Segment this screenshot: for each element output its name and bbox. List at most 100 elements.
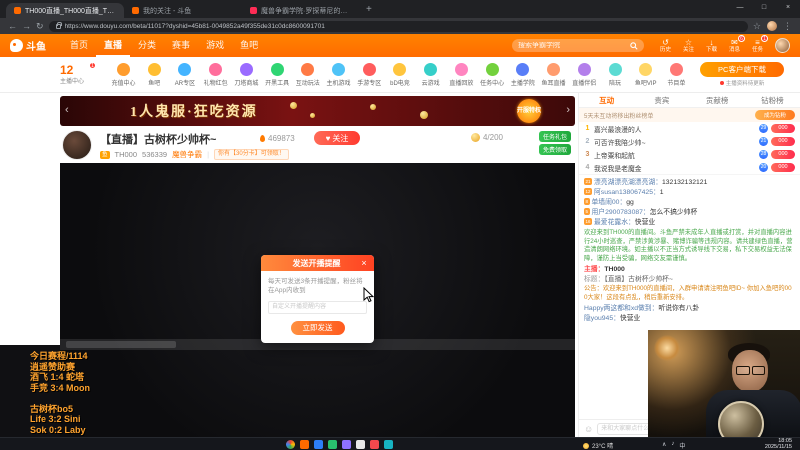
category-item[interactable]: 鱼耳直播 xyxy=(540,62,567,87)
category-item[interactable]: 鱼吧VIP xyxy=(632,62,659,87)
chat-message: 8单墙闹00gg xyxy=(584,198,795,207)
banner-prev-icon[interactable]: ‹ xyxy=(65,104,69,116)
nav-category[interactable]: 分类 xyxy=(130,34,164,57)
category-item[interactable]: 手游专区 xyxy=(356,62,383,87)
become-diamond-fan-button[interactable]: 成为钻粉 xyxy=(755,110,795,120)
category-item[interactable]: 互动玩法 xyxy=(294,62,321,87)
app-icon[interactable] xyxy=(384,440,393,449)
nav-live[interactable]: 直播 xyxy=(96,34,130,57)
nav-yuba[interactable]: 鱼吧 xyxy=(232,34,266,57)
browser-tab-2[interactable]: 我的关注 - 斗鱼 xyxy=(124,3,242,18)
follow-button[interactable]: ♥ 关注 xyxy=(314,131,360,145)
category-item[interactable]: 云游戏 xyxy=(417,62,444,87)
streamer-avatar[interactable] xyxy=(62,130,92,160)
tab-vip[interactable]: 贵宾 xyxy=(634,95,689,106)
browser-tab-1[interactable]: TH000直播_TH000直播_TH000直播 xyxy=(6,3,124,18)
category-item[interactable]: bD电竞 xyxy=(386,62,413,87)
banner-next-icon[interactable]: › xyxy=(566,104,570,116)
browser-profile-avatar[interactable] xyxy=(767,21,777,31)
task-claim-button[interactable]: 免费领取 xyxy=(538,144,571,155)
nav-esports[interactable]: 赛事 xyxy=(164,34,198,57)
coupon-tag[interactable]: 你有【30分卡】可领取！ xyxy=(214,149,289,160)
app-icon[interactable] xyxy=(342,440,351,449)
browser-menu-icon[interactable]: ⋮ xyxy=(783,21,792,31)
tab-diamond-fans[interactable]: 钻粉榜 xyxy=(745,95,800,106)
category-item[interactable]: AR专区 xyxy=(171,62,198,87)
taskbar-clock[interactable]: 18:05 2025/11/15 xyxy=(765,438,792,450)
nav-home[interactable]: 首页 xyxy=(62,34,96,57)
close-button[interactable]: × xyxy=(776,0,800,14)
search-input[interactable] xyxy=(518,42,626,49)
pc-client-download-button[interactable]: PC客户端下载 xyxy=(700,62,784,77)
favicon-douyin xyxy=(250,7,257,14)
user-avatar[interactable] xyxy=(775,38,790,53)
ranking-row[interactable]: 2 可否许我陪少帅~ 21 000 xyxy=(579,135,800,148)
category-item[interactable]: 主播学院 xyxy=(509,62,536,87)
favicon-douyu xyxy=(14,7,21,14)
app-icon[interactable] xyxy=(370,440,379,449)
system-notice: 欢迎来到TH000的直播间。斗鱼严禁未成年人直播或打赏，并对直播内容进行24小时… xyxy=(584,229,793,262)
douyu-logo[interactable]: 斗鱼 xyxy=(10,38,46,53)
search-icon[interactable] xyxy=(630,41,638,50)
coin-decoration xyxy=(370,104,376,110)
minimize-button[interactable]: — xyxy=(728,0,752,14)
maximize-button[interactable]: □ xyxy=(752,0,776,14)
taskbar-weather[interactable]: 23°C 晴 xyxy=(583,441,613,450)
task-button[interactable]: ≡ 任务 1 xyxy=(746,35,769,53)
category-item[interactable]: 直播伴侣 xyxy=(571,62,598,87)
refresh-icon[interactable]: ↻ xyxy=(36,21,44,31)
tab-interact[interactable]: 互动 xyxy=(579,95,634,106)
ranking-row[interactable]: 4 我说我是老魔金 20 000 xyxy=(579,161,800,174)
bookmark-star-icon[interactable]: ☆ xyxy=(753,21,761,31)
video-player[interactable]: 发送开播提醒 × 每天可发送3条开播提醒，粉丝将在App内收到 立即发送 xyxy=(60,163,575,437)
category-item[interactable]: 节目单 xyxy=(663,62,690,87)
category-item[interactable]: 主机游戏 xyxy=(325,62,352,87)
banner-badge[interactable]: 开服特权 xyxy=(517,99,541,123)
category-item[interactable]: 礼物红包 xyxy=(202,62,229,87)
category-item[interactable]: 鱼吧 xyxy=(141,62,168,87)
modal-title: 发送开播提醒 xyxy=(292,258,341,268)
category-icon xyxy=(608,62,622,76)
category-item[interactable]: 充值中心 xyxy=(110,62,137,87)
message-button[interactable]: ✉ 消息 6 xyxy=(723,35,746,53)
ranking-row[interactable]: 3 上帝粟和起航 28 000 xyxy=(579,148,800,161)
favicon-douyu xyxy=(132,7,139,14)
user-level-badge: 5 xyxy=(584,208,590,215)
follow-button-header[interactable]: ☆ 关注 xyxy=(677,38,700,53)
download-button[interactable]: ↓ 下载 xyxy=(700,38,723,53)
tray-expand-icon[interactable]: ∧ xyxy=(662,441,666,450)
task-badge: 1 xyxy=(761,35,768,42)
category-item[interactable]: 刀塔商城 xyxy=(233,62,260,87)
browser-app-icon[interactable] xyxy=(286,440,295,449)
back-icon[interactable]: ← xyxy=(8,21,17,31)
task-gift-button[interactable]: 任务礼包 xyxy=(538,131,571,142)
app-icon[interactable] xyxy=(328,440,337,449)
url-field[interactable]: https://www.douyu.com/beta/11017?dyshid=… xyxy=(48,20,748,32)
task-gift-stack: 任务礼包 免费领取 xyxy=(538,131,571,155)
reminder-content-input[interactable] xyxy=(268,300,367,314)
emoji-icon[interactable]: ☺ xyxy=(584,424,593,434)
category-link[interactable]: 魔兽争霸 xyxy=(172,149,202,160)
noble-level-badge: 21 xyxy=(759,137,768,146)
category-item[interactable]: 直播回放 xyxy=(448,62,475,87)
anchor-center-block[interactable]: 12 主播中心 1 xyxy=(60,62,104,85)
new-tab-button[interactable]: + xyxy=(366,4,372,15)
douyu-app-icon[interactable] xyxy=(300,440,309,449)
send-now-button[interactable]: 立即发送 xyxy=(290,320,345,335)
nav-games[interactable]: 游戏 xyxy=(198,34,232,57)
ranking-row[interactable]: 1 嘉兴最浪漫的人 29 000 xyxy=(579,122,800,135)
app-icon[interactable] xyxy=(314,440,323,449)
modal-close-icon[interactable]: × xyxy=(359,258,369,268)
tray-sound-icon[interactable]: ♪ xyxy=(671,441,674,450)
coin-icon xyxy=(470,133,480,142)
category-item[interactable]: 任务中心 xyxy=(479,62,506,87)
browser-tab-3[interactable]: 魔兽争霸学院·罗探蒂尼的抖音直… xyxy=(242,3,360,18)
category-item[interactable]: 开黑工具 xyxy=(264,62,291,87)
ime-indicator[interactable]: 中 xyxy=(679,441,685,450)
forward-icon[interactable]: → xyxy=(22,21,31,31)
promo-banner[interactable]: 1人鬼服·狂吃资源 开服特权 ‹ › xyxy=(60,96,575,126)
app-icon[interactable] xyxy=(356,440,365,449)
category-item[interactable]: 陪玩 xyxy=(602,62,629,87)
history-button[interactable]: ↺ 历史 xyxy=(654,38,677,53)
tab-contribution[interactable]: 贡献榜 xyxy=(690,95,745,106)
